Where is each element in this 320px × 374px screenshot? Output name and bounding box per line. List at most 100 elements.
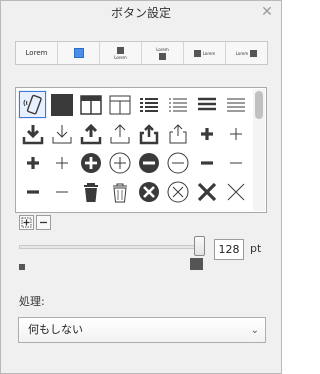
icon-cell[interactable]: [221, 206, 250, 214]
plus-circle-outline-icon: [109, 152, 130, 173]
icon-cell[interactable]: [221, 148, 250, 177]
icon-cell[interactable]: [47, 90, 76, 119]
size-slider[interactable]: [19, 236, 205, 256]
icon-cell[interactable]: [192, 177, 221, 206]
upload-filled-icon: [80, 123, 101, 144]
icon-cell[interactable]: [105, 206, 134, 214]
partial-icon-2: [49, 208, 75, 214]
x-circle-filled-icon: [138, 181, 159, 202]
table-header-icon: [79, 94, 102, 115]
icon-cell[interactable]: [18, 177, 47, 206]
icon-cell[interactable]: [163, 177, 192, 206]
plus-bold-icon: [26, 156, 39, 169]
icon-grid-buttons: [19, 215, 51, 230]
icon-cell[interactable]: [192, 148, 221, 177]
minus-bold-icon: [26, 189, 39, 194]
icon-cell[interactable]: [134, 90, 163, 119]
icon-cell[interactable]: [192, 90, 221, 119]
icon-cell[interactable]: [47, 148, 76, 177]
icon-cell[interactable]: [163, 119, 192, 148]
icon-grid-scrollbar[interactable]: [253, 89, 265, 211]
size-input[interactable]: 128: [214, 239, 244, 260]
icon-cell[interactable]: [192, 119, 221, 148]
icon-cell[interactable]: [221, 119, 250, 148]
icon-cell[interactable]: [76, 148, 105, 177]
share-filled-icon: [139, 123, 158, 144]
x-circle-outline-icon: [167, 181, 188, 202]
phone-tap-icon: [23, 94, 42, 114]
style-option-icon-right[interactable]: Lorem: [226, 42, 267, 64]
style-square-icon: [73, 48, 84, 58]
remove-button[interactable]: [36, 215, 51, 230]
partial-icon-4: [107, 208, 133, 214]
style-option-icon-top[interactable]: Lorem: [100, 42, 142, 64]
slider-track: [19, 245, 205, 249]
style-option-label: Lorem: [156, 46, 169, 52]
style-option-icon-only[interactable]: [58, 42, 100, 64]
slider-handle[interactable]: [194, 236, 205, 256]
trash-filled-icon: [83, 182, 98, 202]
icon-cell[interactable]: [47, 119, 76, 148]
partial-icon-3: [78, 208, 104, 214]
style-square-icon: [159, 52, 166, 60]
thick-lines-icon: [197, 97, 216, 110]
icon-cell[interactable]: [163, 206, 192, 214]
style-option-icon-bottom[interactable]: Lorem: [142, 42, 184, 64]
filled-square-icon: [50, 93, 73, 116]
icon-cell[interactable]: [47, 177, 76, 206]
style-option-label: Lorem: [25, 49, 48, 57]
dialog-title: ボタン設定: [110, 6, 171, 20]
icon-cell[interactable]: [134, 177, 163, 206]
icon-cell[interactable]: [47, 206, 76, 214]
icon-cell[interactable]: [105, 119, 134, 148]
minus-bold-icon: [200, 160, 213, 165]
style-option-text[interactable]: Lorem: [16, 42, 58, 64]
plus-thin-icon: [55, 156, 68, 169]
plus-thin-icon: [229, 127, 242, 140]
icon-cell[interactable]: [18, 119, 47, 148]
icon-cell[interactable]: [76, 177, 105, 206]
action-select-value: 何もしない: [28, 323, 83, 336]
icon-grid-panel: [15, 87, 267, 213]
icon-cell[interactable]: [163, 90, 192, 119]
icon-cell[interactable]: [192, 206, 221, 212]
x-bold-icon: [197, 182, 216, 201]
minus-circle-outline-icon: [167, 152, 188, 173]
icon-grid: [18, 90, 250, 214]
button-style-picker: Lorem Lorem Lorem Lorem Lorem: [15, 41, 268, 65]
partial-icon-8: [223, 208, 249, 214]
style-square-icon: [117, 46, 124, 54]
icon-cell[interactable]: [76, 119, 105, 148]
icon-cell[interactable]: [221, 177, 250, 206]
large-size-indicator: [190, 258, 203, 270]
share-outline-icon: [169, 123, 186, 143]
icon-cell[interactable]: [18, 206, 47, 212]
chevron-down-icon: ⌄: [250, 325, 259, 336]
icon-cell[interactable]: [163, 148, 192, 177]
style-option-label: Lorem: [202, 50, 216, 56]
icon-cell[interactable]: [221, 90, 250, 119]
icon-cell[interactable]: [134, 206, 163, 212]
minus-circle-filled-icon: [138, 152, 159, 173]
partial-icon-6: [165, 208, 191, 214]
plus-circle-filled-icon: [80, 152, 101, 173]
icon-cell[interactable]: [76, 206, 105, 214]
bulleted-list-icon: [139, 97, 158, 112]
icon-cell[interactable]: [134, 148, 163, 177]
close-icon[interactable]: ✕: [259, 4, 275, 20]
icon-cell[interactable]: [18, 90, 47, 119]
download-filled-icon: [22, 124, 43, 144]
icon-cell[interactable]: [134, 119, 163, 148]
icon-cell[interactable]: [76, 90, 105, 119]
style-option-label: Lorem: [235, 50, 249, 56]
icon-cell[interactable]: [18, 148, 47, 177]
add-frame-button[interactable]: [19, 215, 34, 230]
style-option-icon-left[interactable]: Lorem: [184, 42, 226, 64]
icon-cell[interactable]: [105, 90, 134, 119]
scrollbar-thumb[interactable]: [255, 91, 263, 119]
button-settings-dialog: ボタン設定 ✕ Lorem Lorem Lorem Lorem Lorem 12…: [0, 0, 282, 374]
action-select[interactable]: 何もしない ⌄: [18, 317, 266, 343]
minus-icon: [40, 221, 47, 224]
icon-cell[interactable]: [105, 148, 134, 177]
icon-cell[interactable]: [105, 177, 134, 206]
